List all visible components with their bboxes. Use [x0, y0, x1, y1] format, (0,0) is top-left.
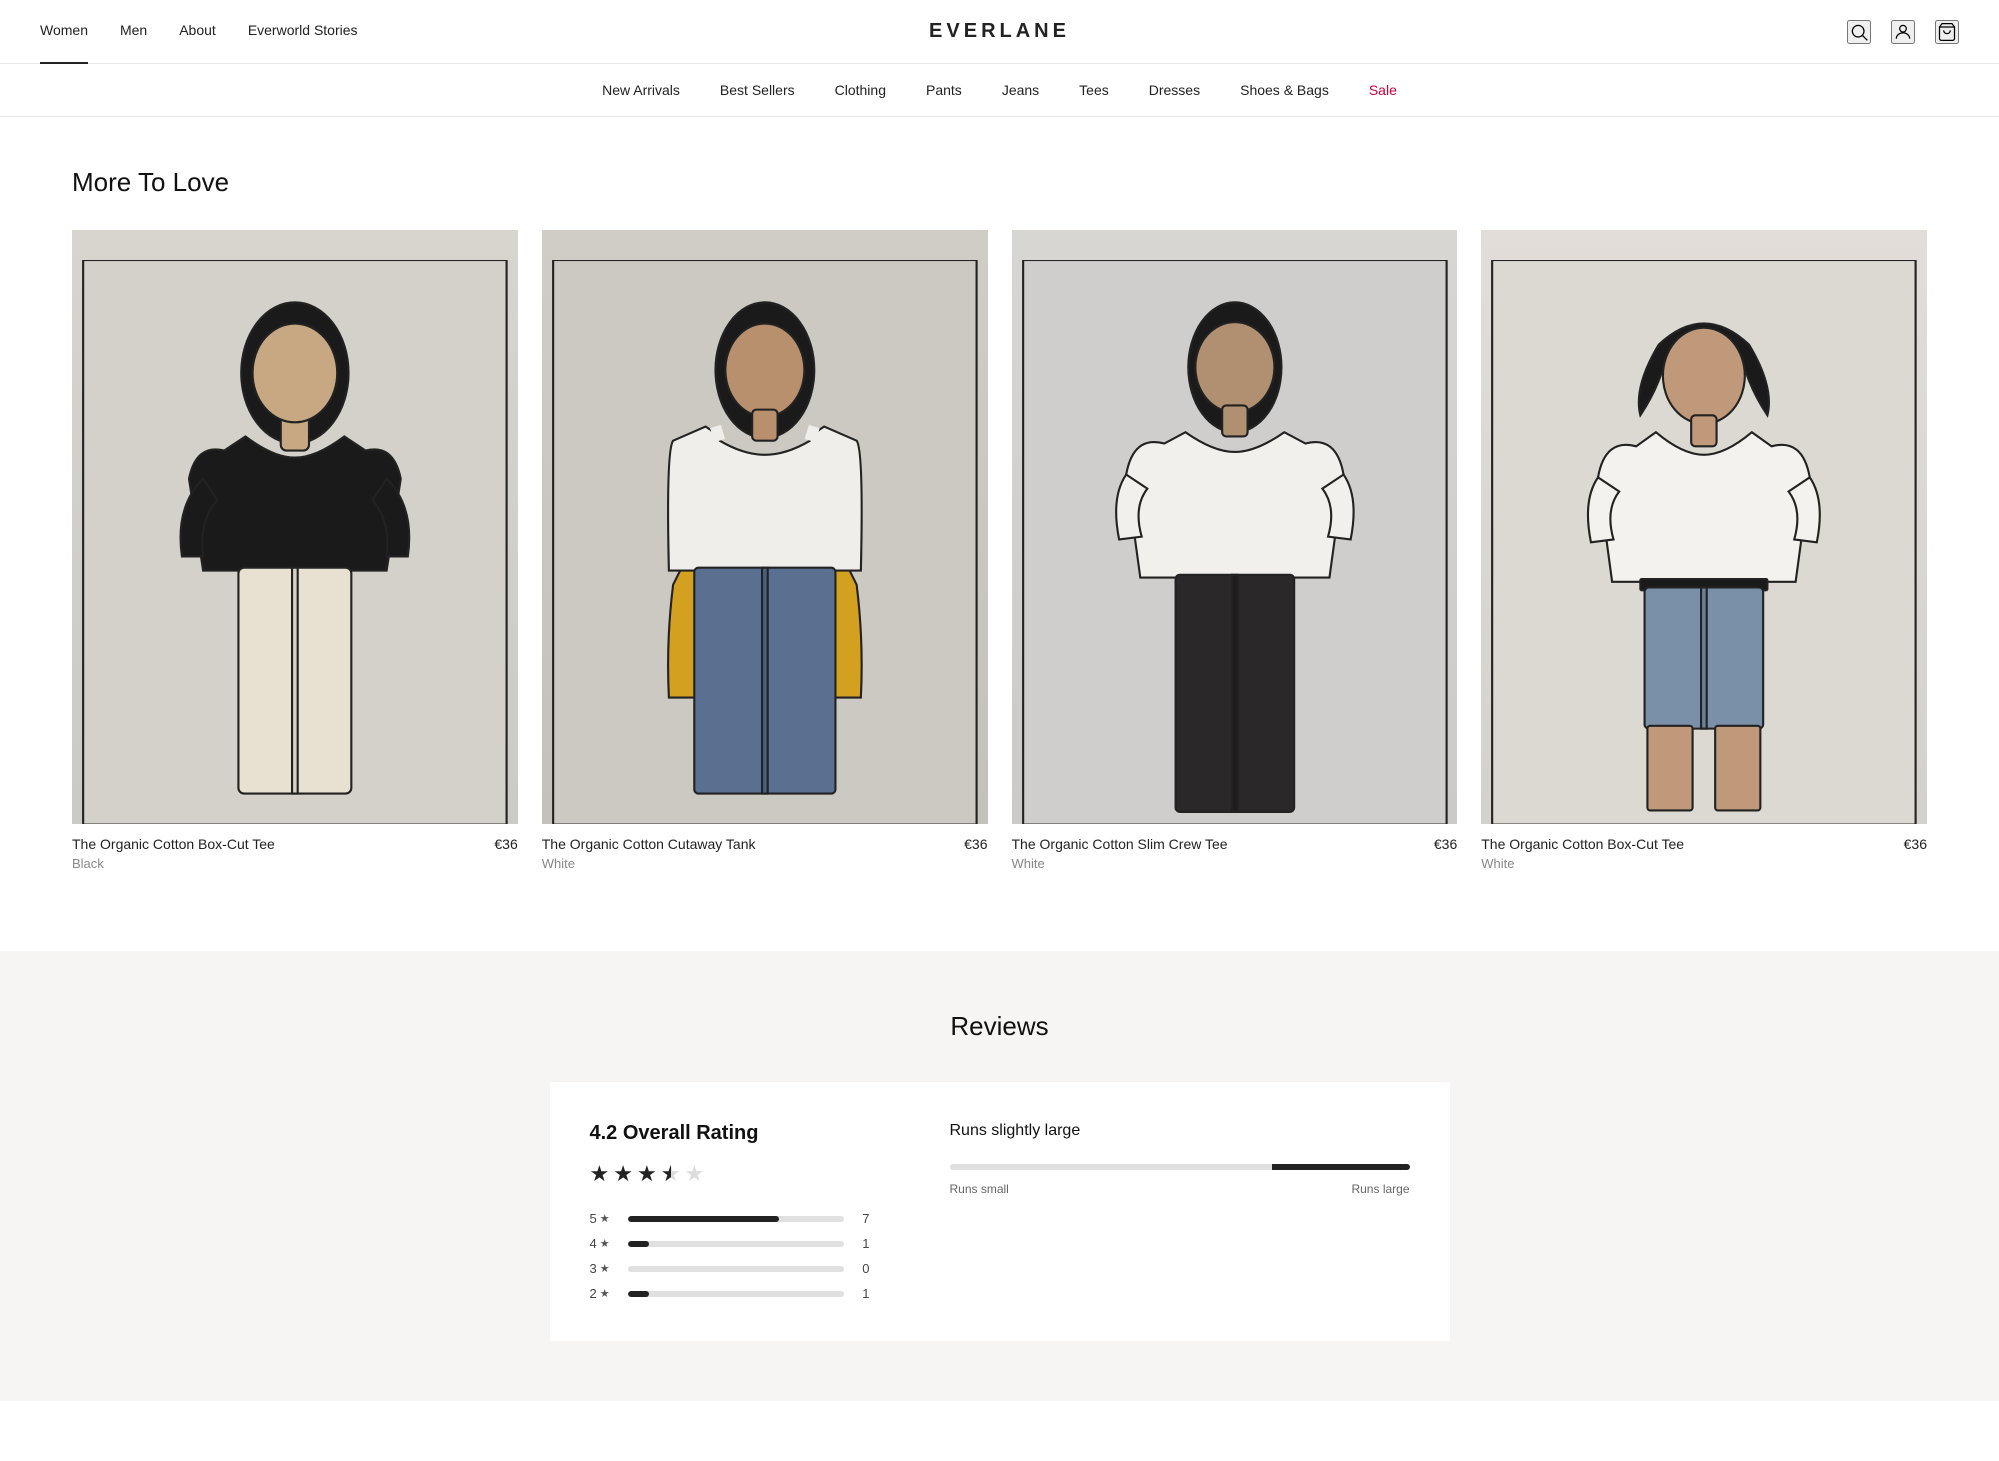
- product-name-3: The Organic Cotton Slim Crew Tee: [1012, 836, 1228, 852]
- rating-summary: 4.2 Overall Rating ★ ★ ★ ★ ★ ★ 5: [590, 1122, 870, 1301]
- rating-label-5: 5 ★: [590, 1211, 618, 1226]
- product-figure-4: [1481, 260, 1927, 825]
- sub-nav-clothing[interactable]: Clothing: [835, 82, 886, 98]
- product-card-4[interactable]: The Organic Cotton Box-Cut Tee White €36: [1481, 230, 1927, 871]
- rating-bar-4: 4 ★ 1: [590, 1236, 870, 1251]
- cart-button[interactable]: [1935, 20, 1959, 44]
- rating-bars: 5 ★ 7 4 ★: [590, 1211, 870, 1301]
- product-card-1[interactable]: The Organic Cotton Box-Cut Tee Black €36: [72, 230, 518, 871]
- product-image-2: [542, 230, 988, 824]
- star-3: ★: [637, 1161, 657, 1187]
- rating-label-3: 3 ★: [590, 1261, 618, 1276]
- fit-track: [950, 1164, 1410, 1170]
- product-price-2: €36: [964, 836, 987, 852]
- star-4: ★ ★: [661, 1161, 681, 1187]
- reviews-content: 4.2 Overall Rating ★ ★ ★ ★ ★ ★ 5: [550, 1082, 1450, 1341]
- rating-track-5: [628, 1216, 844, 1222]
- rating-bar-5: 5 ★ 7: [590, 1211, 870, 1226]
- sub-nav-pants[interactable]: Pants: [926, 82, 962, 98]
- product-color-3: White: [1012, 856, 1228, 871]
- product-name-4: The Organic Cotton Box-Cut Tee: [1481, 836, 1684, 852]
- overall-rating-text: 4.2 Overall Rating: [590, 1122, 870, 1145]
- header-actions: [1847, 20, 1959, 44]
- product-price-1: €36: [494, 836, 517, 852]
- product-color-2: White: [542, 856, 756, 871]
- fit-slider: Runs small Runs large: [950, 1164, 1410, 1196]
- star-5: ★: [684, 1161, 704, 1187]
- product-image-4: [1481, 230, 1927, 824]
- nav-item-everworld[interactable]: Everworld Stories: [248, 22, 358, 42]
- account-button[interactable]: [1891, 20, 1915, 44]
- sub-nav-sale[interactable]: Sale: [1369, 82, 1397, 98]
- rating-count-3: 0: [854, 1261, 870, 1276]
- fit-labels: Runs small Runs large: [950, 1182, 1410, 1196]
- rating-count-5: 7: [854, 1211, 870, 1226]
- rating-bar-2: 2 ★ 1: [590, 1286, 870, 1301]
- fit-section: Runs slightly large Runs small Runs larg…: [950, 1122, 1410, 1301]
- sub-nav-jeans[interactable]: Jeans: [1002, 82, 1039, 98]
- product-info-2: The Organic Cotton Cutaway Tank White €3…: [542, 836, 988, 871]
- main-content: More To Love: [0, 117, 1999, 1461]
- fit-label-small: Runs small: [950, 1182, 1009, 1196]
- product-grid: The Organic Cotton Box-Cut Tee Black €36: [72, 230, 1927, 871]
- reviews-title: Reviews: [72, 1011, 1927, 1042]
- product-name-2: The Organic Cotton Cutaway Tank: [542, 836, 756, 852]
- logo-container[interactable]: EVERLANE: [929, 20, 1070, 43]
- sub-nav-tees[interactable]: Tees: [1079, 82, 1109, 98]
- reviews-section: Reviews 4.2 Overall Rating ★ ★ ★ ★ ★ ★: [0, 951, 1999, 1401]
- star-2: ★: [613, 1161, 633, 1187]
- section-title: More To Love: [72, 167, 1927, 198]
- product-figure-2: [542, 260, 988, 825]
- rating-fill-4: [628, 1241, 650, 1247]
- nav-item-women[interactable]: Women: [40, 22, 88, 42]
- product-info-1: The Organic Cotton Box-Cut Tee Black €36: [72, 836, 518, 871]
- product-card-2[interactable]: The Organic Cotton Cutaway Tank White €3…: [542, 230, 988, 871]
- rating-track-4: [628, 1241, 844, 1247]
- product-image-1: [72, 230, 518, 824]
- account-icon: [1893, 22, 1913, 42]
- product-card-3[interactable]: The Organic Cotton Slim Crew Tee White €…: [1012, 230, 1458, 871]
- product-image-3: [1012, 230, 1458, 824]
- product-info-3: The Organic Cotton Slim Crew Tee White €…: [1012, 836, 1458, 871]
- product-price-3: €36: [1434, 836, 1457, 852]
- product-figure-3: [1012, 260, 1458, 825]
- rating-count-4: 1: [854, 1236, 870, 1251]
- rating-track-3: [628, 1266, 844, 1272]
- search-icon: [1849, 22, 1869, 42]
- product-price-4: €36: [1904, 836, 1927, 852]
- rating-bar-3: 3 ★ 0: [590, 1261, 870, 1276]
- product-color-4: White: [1481, 856, 1684, 871]
- rating-fill-2: [628, 1291, 650, 1297]
- rating-track-2: [628, 1291, 844, 1297]
- rating-count-2: 1: [854, 1286, 870, 1301]
- product-name-1: The Organic Cotton Box-Cut Tee: [72, 836, 275, 852]
- main-nav: Women Men About Everworld Stories: [40, 22, 358, 42]
- site-logo: EVERLANE: [929, 20, 1070, 42]
- fit-label-large: Runs large: [1351, 1182, 1409, 1196]
- sub-nav-best-sellers[interactable]: Best Sellers: [720, 82, 795, 98]
- product-figure-1: [72, 260, 518, 825]
- rating-label-2: 2 ★: [590, 1286, 618, 1301]
- rating-label-4: 4 ★: [590, 1236, 618, 1251]
- nav-item-about[interactable]: About: [179, 22, 216, 42]
- search-button[interactable]: [1847, 20, 1871, 44]
- star-1: ★: [590, 1161, 610, 1187]
- sub-nav-dresses[interactable]: Dresses: [1149, 82, 1200, 98]
- site-header: Women Men About Everworld Stories EVERLA…: [0, 0, 1999, 64]
- rating-fill-5: [628, 1216, 779, 1222]
- sub-nav-shoes-bags[interactable]: Shoes & Bags: [1240, 82, 1329, 98]
- sub-nav-new-arrivals[interactable]: New Arrivals: [602, 82, 680, 98]
- fit-title: Runs slightly large: [950, 1122, 1410, 1140]
- nav-item-men[interactable]: Men: [120, 22, 147, 42]
- stars-display: ★ ★ ★ ★ ★ ★: [590, 1161, 870, 1187]
- cart-icon: [1937, 22, 1957, 42]
- product-color-1: Black: [72, 856, 275, 871]
- product-info-4: The Organic Cotton Box-Cut Tee White €36: [1481, 836, 1927, 871]
- category-nav: New Arrivals Best Sellers Clothing Pants…: [0, 64, 1999, 117]
